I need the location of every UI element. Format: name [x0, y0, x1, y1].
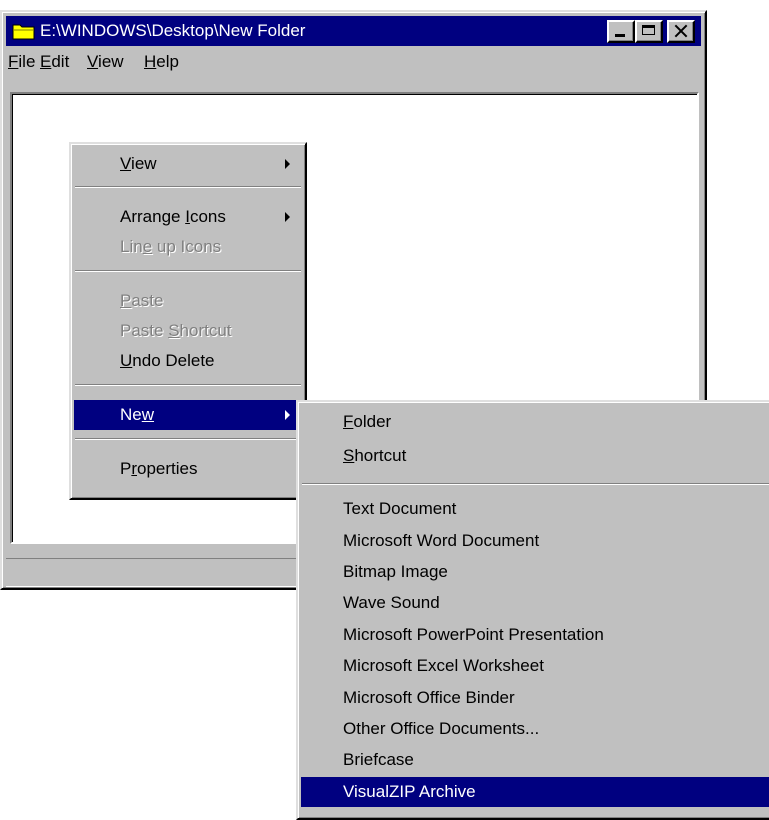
ctx-item-undo-delete[interactable]: Undo Delete — [74, 346, 302, 376]
new-item-label: Briefcase — [343, 750, 414, 769]
ctx-item-new[interactable]: New — [74, 400, 302, 430]
new-item-label: Shortcut — [343, 446, 407, 465]
close-button[interactable] — [667, 20, 695, 43]
new-item-label: Microsoft Word Document — [343, 531, 540, 550]
menu-view[interactable]: View — [87, 52, 124, 72]
ctx-item-view[interactable]: View — [74, 149, 302, 179]
new-item-other-office-documents[interactable]: Other Office Documents... — [301, 714, 769, 744]
menu-file[interactable]: File — [8, 52, 35, 72]
ctx-item-label: Paste Shortcut — [120, 321, 232, 340]
new-item-label: Microsoft Excel Worksheet — [343, 656, 544, 675]
new-item-wave-sound[interactable]: Wave Sound — [301, 588, 769, 618]
ctx-item-label: Undo Delete — [120, 351, 215, 370]
ctx-item-label: New — [120, 405, 155, 424]
folder-icon — [12, 24, 35, 40]
new-item-text-document[interactable]: Text Document — [301, 494, 769, 524]
ctx-item-arrange-icons[interactable]: Arrange Icons — [74, 202, 302, 232]
new-submenu: Folder Shortcut Text Document Microsoft … — [296, 400, 769, 820]
new-item-label: Bitmap Image — [343, 562, 448, 581]
menu-separator — [75, 438, 301, 440]
menu-separator — [75, 270, 301, 272]
new-item-visualzip-archive[interactable]: VisualZIP Archive — [301, 777, 769, 807]
menu-separator — [75, 186, 301, 188]
context-menu: View Arrange Icons Line up Icons Paste P… — [69, 142, 307, 500]
new-item-label: Microsoft PowerPoint Presentation — [343, 625, 604, 644]
new-item-bitmap-image[interactable]: Bitmap Image — [301, 557, 769, 587]
new-item-shortcut[interactable]: Shortcut — [301, 441, 769, 471]
new-item-folder[interactable]: Folder — [301, 407, 769, 437]
new-item-label: Folder — [343, 412, 392, 431]
menu-separator — [302, 483, 769, 485]
ctx-item-line-up-icons[interactable]: Line up Icons — [74, 232, 302, 262]
window-title: E:\WINDOWS\Desktop\New Folder — [40, 21, 306, 40]
new-item-label: Microsoft Office Binder — [343, 688, 515, 707]
new-item-excel-worksheet[interactable]: Microsoft Excel Worksheet — [301, 651, 769, 681]
menu-bar: File Edit View Help — [6, 48, 701, 76]
submenu-arrow-icon — [285, 212, 290, 222]
menu-help[interactable]: Help — [144, 52, 179, 72]
maximize-button[interactable] — [635, 20, 663, 43]
new-item-word-document[interactable]: Microsoft Word Document — [301, 526, 769, 556]
menu-separator — [75, 384, 301, 386]
ctx-item-paste-shortcut[interactable]: Paste Shortcut — [74, 316, 302, 346]
ctx-item-label: Properties — [120, 459, 198, 478]
ctx-item-label: Paste — [120, 291, 164, 310]
menu-edit[interactable]: Edit — [40, 52, 69, 72]
ctx-item-label: Line up Icons — [120, 237, 222, 256]
new-item-label: Wave Sound — [343, 593, 440, 612]
new-item-label: Text Document — [343, 499, 457, 518]
minimize-button[interactable] — [607, 20, 635, 43]
new-item-label: Other Office Documents... — [343, 719, 540, 738]
submenu-arrow-icon — [285, 410, 290, 420]
ctx-item-paste[interactable]: Paste — [74, 286, 302, 316]
new-item-briefcase[interactable]: Briefcase — [301, 745, 769, 775]
ctx-item-label: View — [120, 154, 157, 173]
new-item-label: VisualZIP Archive — [343, 782, 476, 801]
submenu-arrow-icon — [285, 159, 290, 169]
ctx-item-label: Arrange Icons — [120, 207, 226, 226]
new-item-powerpoint[interactable]: Microsoft PowerPoint Presentation — [301, 620, 769, 650]
title-bar[interactable]: E:\WINDOWS\Desktop\New Folder — [6, 16, 701, 46]
ctx-item-properties[interactable]: Properties — [74, 454, 302, 484]
new-item-office-binder[interactable]: Microsoft Office Binder — [301, 683, 769, 713]
